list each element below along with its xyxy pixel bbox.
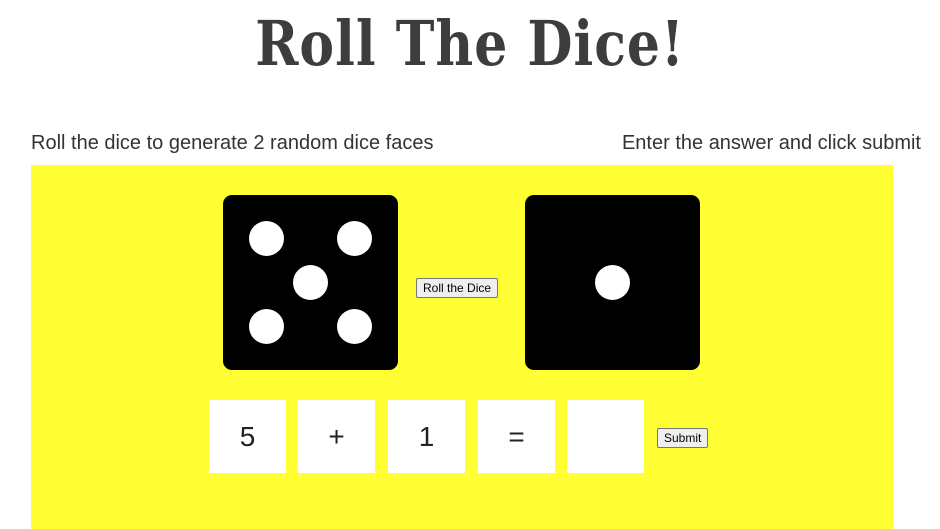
- roll-dice-button[interactable]: Roll the Dice: [416, 278, 499, 298]
- operand-2-box: 1: [388, 400, 465, 473]
- die-pip: [336, 308, 372, 344]
- right-die: [525, 195, 700, 370]
- page-title: Roll The Dice!: [255, 8, 685, 81]
- submit-button[interactable]: Submit: [657, 428, 709, 448]
- die-pip: [336, 221, 372, 257]
- left-die: [223, 195, 398, 370]
- die-pip: [293, 265, 328, 300]
- roll-instruction: Roll the dice to generate 2 random dice …: [31, 132, 434, 154]
- die-pip: [249, 308, 285, 344]
- operator-value: +: [328, 420, 345, 452]
- operand-1-box: 5: [209, 400, 286, 473]
- operand-1-value: 5: [239, 420, 256, 452]
- answer-instruction: Enter the answer and click submit: [621, 132, 921, 154]
- game-board: Roll the Dice 5 + 1 = Submit: [31, 165, 893, 529]
- page: Roll The Dice! Roll the dice to generate…: [0, 0, 940, 529]
- operator-box: +: [298, 400, 375, 473]
- die-pip: [595, 265, 630, 300]
- equals-box: =: [478, 400, 555, 473]
- answer-box[interactable]: [567, 400, 644, 473]
- operand-2-value: 1: [418, 420, 435, 452]
- answer-input[interactable]: [567, 400, 644, 473]
- equals-sign: =: [508, 420, 525, 452]
- die-pip: [249, 221, 285, 257]
